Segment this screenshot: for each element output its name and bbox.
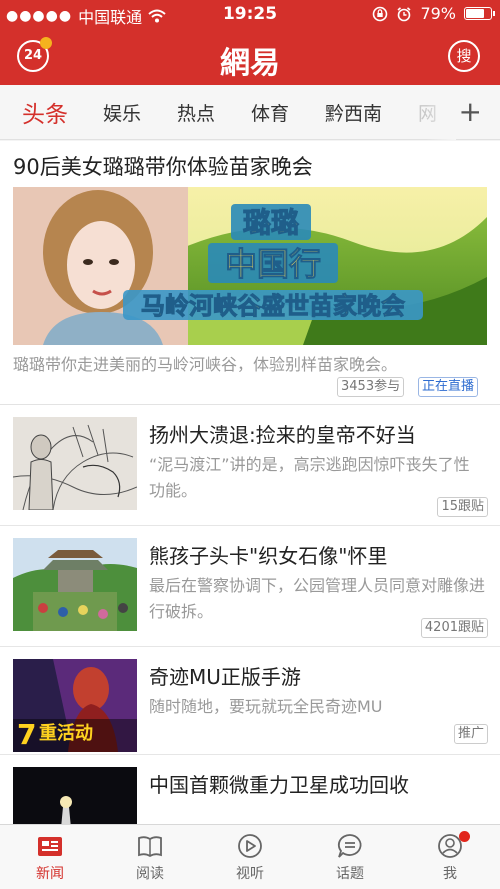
featured-banner-image: 璐璐 中国行 马岭河峡谷盛世苗家晚会 bbox=[13, 187, 487, 345]
featured-article[interactable]: 90后美女璐璐带你体验苗家晚会 璐璐 中国行 马岭河峡谷盛世苗家晚会 璐璐带你走… bbox=[0, 141, 500, 405]
nav-video[interactable]: 视听 bbox=[200, 825, 300, 889]
article-thumbnail bbox=[13, 538, 137, 631]
article-title: 中国首颗微重力卫星成功回收 bbox=[149, 773, 409, 797]
channel-tabs: 头条 娱乐 热点 体育 黔西南 网 + bbox=[0, 85, 500, 140]
list-item[interactable]: 扬州大溃退:捡来的皇帝不好当 “泥马渡江”讲的是，高宗逃跑因惊吓丧失了性功能。 … bbox=[0, 406, 500, 526]
live-badge: 正在直播 bbox=[418, 377, 479, 397]
ad-title: 奇迹MU正版手游 bbox=[149, 665, 301, 689]
banner-text-3: 马岭河峡谷盛世苗家晚会 bbox=[141, 292, 405, 320]
search-icon: 搜 bbox=[456, 47, 472, 65]
alarm-icon bbox=[397, 6, 411, 21]
chat-icon bbox=[337, 834, 362, 858]
top-bar: ●●●●● 中国联通 19:25 79% 24 網易 搜 bbox=[0, 0, 500, 85]
list-item-ad[interactable]: 7 重活动 奇迹MU正版手游 随时随地，要玩就玩全民奇迹MU 推广 bbox=[0, 648, 500, 755]
rotation-lock-icon bbox=[373, 6, 388, 21]
tab-entertainment[interactable]: 娱乐 bbox=[103, 99, 141, 126]
ad-summary: 随时随地，要玩就玩全民奇迹MU bbox=[149, 697, 383, 716]
notification-dot bbox=[459, 831, 470, 842]
nav-news[interactable]: 新闻 bbox=[0, 825, 100, 889]
nav-me-label: 我 bbox=[443, 866, 457, 882]
news-feed: 90后美女璐璐带你体验苗家晚会 璐璐 中国行 马岭河峡谷盛世苗家晚会 璐璐带你走… bbox=[0, 141, 500, 824]
status-bar: ●●●●● 中国联通 19:25 79% bbox=[0, 0, 500, 28]
tab-sports[interactable]: 体育 bbox=[251, 99, 289, 126]
bottom-navigation: 新闻 阅读 视听 话题 我 bbox=[0, 824, 500, 889]
news-icon bbox=[38, 837, 62, 856]
app-logo: 網易 bbox=[220, 46, 280, 81]
nav-reading-label: 阅读 bbox=[136, 866, 164, 882]
featured-description: 璐璐带你走进美丽的马岭河峡谷，体验别样苗家晚会。 bbox=[13, 355, 398, 374]
featured-title: 90后美女璐璐带你体验苗家晚会 bbox=[13, 155, 313, 179]
battery-percent: 79% bbox=[420, 4, 456, 23]
battery-fill bbox=[466, 9, 485, 18]
list-item[interactable]: 熊孩子头卡"织女石像"怀里 最后在警察协调下，公园管理人员同意对雕像进行破拆。 … bbox=[0, 527, 500, 647]
tab-headlines[interactable]: 头条 bbox=[22, 95, 68, 129]
ad-thumb-text: 重活动 bbox=[39, 722, 93, 744]
participants-count: 3453参与 bbox=[337, 377, 405, 397]
article-summary: “泥马渡江”讲的是，高宗逃跑因惊吓丧失了性功能。 bbox=[149, 455, 470, 500]
banner-illustration: 璐璐 中国行 马岭河峡谷盛世苗家晚会 bbox=[13, 187, 487, 345]
article-thumbnail bbox=[13, 767, 137, 824]
status-right: 79% bbox=[372, 4, 495, 23]
play-icon bbox=[238, 834, 262, 858]
nav-topics-label: 话题 bbox=[336, 866, 364, 882]
tab-hot[interactable]: 热点 bbox=[177, 99, 215, 126]
add-channel-icon[interactable]: + bbox=[459, 95, 482, 128]
search-button[interactable]: 搜 bbox=[448, 40, 480, 72]
tab-fade-overlay bbox=[426, 85, 456, 140]
nav-reading[interactable]: 阅读 bbox=[100, 825, 200, 889]
banner-text-2: 中国行 bbox=[225, 245, 321, 283]
banner-text-1: 璐璐 bbox=[243, 206, 299, 239]
list-item[interactable]: 中国首颗微重力卫星成功回收 bbox=[0, 756, 500, 824]
nav-me[interactable]: 我 bbox=[400, 825, 500, 889]
article-title: 扬州大溃退:捡来的皇帝不好当 bbox=[149, 423, 416, 447]
tab-qianxinan[interactable]: 黔西南 bbox=[325, 99, 382, 126]
book-icon bbox=[138, 836, 162, 858]
nav-news-label: 新闻 bbox=[36, 866, 64, 882]
article-title: 熊孩子头卡"织女石像"怀里 bbox=[149, 544, 388, 568]
comment-count: 4201跟贴 bbox=[420, 618, 488, 638]
nav-video-label: 视听 bbox=[236, 866, 264, 882]
ad-thumbnail: 7 重活动 bbox=[13, 659, 137, 752]
svg-text:7: 7 bbox=[17, 718, 36, 751]
nav-topics[interactable]: 话题 bbox=[300, 825, 400, 889]
article-thumbnail bbox=[13, 417, 137, 510]
comment-count: 15跟贴 bbox=[437, 497, 488, 517]
promotion-badge: 推广 bbox=[453, 724, 488, 744]
battery-icon bbox=[464, 7, 495, 20]
